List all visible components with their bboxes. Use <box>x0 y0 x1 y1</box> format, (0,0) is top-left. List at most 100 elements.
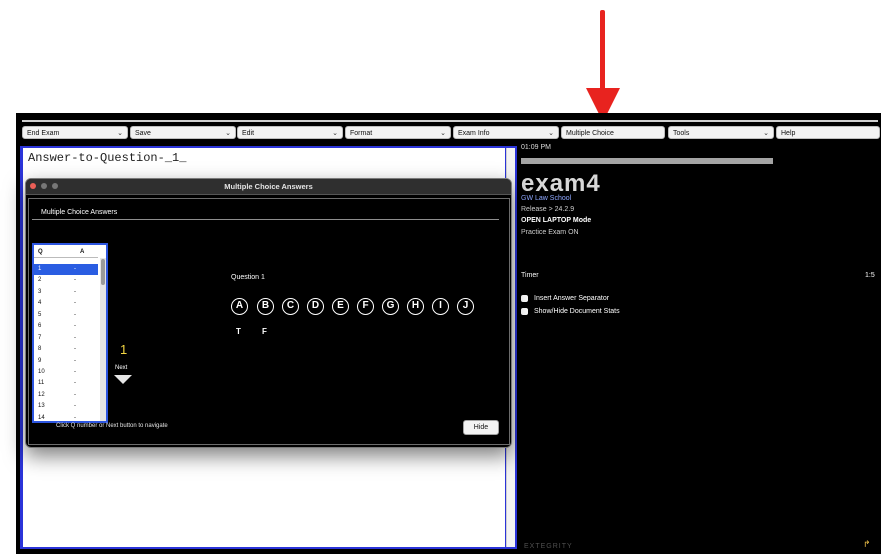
table-row[interactable]: 6- <box>34 321 98 332</box>
menu-label: Tools <box>673 130 690 137</box>
choice-d-button[interactable]: D <box>307 298 324 315</box>
row-q: 2 <box>38 277 42 284</box>
menu-bar: End Exam ⌄ Save ⌄ Edit ⌄ Format ⌄ Exam I… <box>22 126 881 140</box>
current-question-number: 1 <box>120 342 128 357</box>
true-option[interactable]: T <box>236 327 241 336</box>
choice-a-button[interactable]: A <box>231 298 248 315</box>
menu-label: End Exam <box>27 130 60 137</box>
dialog-inner-title: Multiple Choice Answers <box>41 209 118 216</box>
practice-status: Practice Exam ON <box>521 229 579 236</box>
clock-time: 01:09 PM <box>521 144 551 151</box>
table-row[interactable]: 4- <box>34 298 98 309</box>
table-row[interactable]: 5- <box>34 310 98 321</box>
checkbox[interactable] <box>521 308 528 315</box>
column-header-q: Q <box>38 249 43 255</box>
table-row[interactable]: 10 - <box>34 367 98 378</box>
row-a: - <box>74 266 76 272</box>
table-row[interactable]: 12 - <box>34 390 98 401</box>
dialog-title: Multiple Choice Answers <box>224 182 313 191</box>
next-arrow-icon[interactable] <box>114 375 132 384</box>
table-row[interactable]: 11 - <box>34 378 98 389</box>
chevron-down-icon: ⌄ <box>332 130 338 137</box>
menu-exam-info[interactable]: Exam Info ⌄ <box>453 126 559 139</box>
show-hide-document-stats-option[interactable]: Show/Hide Document Stats <box>521 308 620 315</box>
choice-h-button[interactable]: H <box>407 298 424 315</box>
choice-e-button[interactable]: E <box>332 298 349 315</box>
row-a: - <box>74 288 76 295</box>
row-a: - <box>74 300 76 307</box>
menu-edit[interactable]: Edit ⌄ <box>237 126 343 139</box>
table-row[interactable]: 3- <box>34 287 98 298</box>
timer-value: 1:5 <box>865 272 875 279</box>
table-row[interactable]: 1- <box>34 264 98 276</box>
table-row[interactable]: 13 - <box>34 401 98 412</box>
choice-i-button[interactable]: I <box>432 298 449 315</box>
question-label: Question 1 <box>231 274 265 281</box>
exam4-logo: exam4 <box>521 170 601 197</box>
table-scrollbar-thumb[interactable] <box>101 259 105 285</box>
menu-multiple-choice[interactable]: Multiple Choice <box>561 126 665 139</box>
table-row[interactable]: 8- <box>34 344 98 355</box>
menu-save[interactable]: Save ⌄ <box>130 126 236 139</box>
row-a: - <box>74 403 76 410</box>
chevron-down-icon: ⌄ <box>548 130 554 137</box>
dialog-titlebar: Multiple Choice Answers <box>26 179 511 195</box>
menu-label: Edit <box>242 130 255 137</box>
table-rows: 1- 2- 3- 4- 5- 6- 7- 8- 9- 10- 11- 12- 1… <box>34 264 98 421</box>
row-q: 14 <box>38 414 45 421</box>
chevron-down-icon: ⌄ <box>763 130 769 137</box>
menu-label: Save <box>135 130 151 137</box>
row-a: - <box>74 391 76 398</box>
menu-end-exam[interactable]: End Exam ⌄ <box>22 126 128 139</box>
table-row[interactable]: 2- <box>34 275 98 286</box>
table-row[interactable]: 14 - <box>34 413 98 421</box>
row-q: 4 <box>38 300 42 307</box>
row-q: 5 <box>38 311 42 318</box>
chevron-down-icon: ⌄ <box>225 130 231 137</box>
menu-label: Format <box>350 130 373 137</box>
option-label: Insert Answer Separator <box>534 295 610 302</box>
row-q: 3 <box>38 288 42 295</box>
top-divider <box>22 120 878 122</box>
menu-tools[interactable]: Tools ⌄ <box>668 126 774 139</box>
row-a: - <box>74 346 76 353</box>
row-q: 10 <box>38 368 45 375</box>
progress-bar <box>521 158 773 164</box>
row-a: - <box>74 368 76 375</box>
checkbox[interactable] <box>521 295 528 302</box>
row-a: - <box>74 414 76 421</box>
option-label: Show/Hide Document Stats <box>534 308 620 315</box>
choice-b-button[interactable]: B <box>257 298 274 315</box>
table-header: Q A <box>34 245 98 258</box>
row-a: - <box>74 334 76 341</box>
corner-arrow-icon: ↱ <box>863 539 871 549</box>
answer-title: Answer-to-Question-_1_ <box>28 151 187 165</box>
row-q: 6 <box>38 323 42 330</box>
choice-g-button[interactable]: G <box>382 298 399 315</box>
choice-f-button[interactable]: F <box>357 298 374 315</box>
table-row[interactable]: 9- <box>34 356 98 367</box>
row-a: - <box>74 380 76 387</box>
row-q: 1 <box>38 266 42 272</box>
menu-format[interactable]: Format ⌄ <box>345 126 451 139</box>
menu-label: Help <box>781 130 796 137</box>
timer-label: Timer <box>521 272 539 279</box>
next-label[interactable]: Next <box>115 365 127 371</box>
row-q: 12 <box>38 391 45 398</box>
choice-c-button[interactable]: C <box>282 298 299 315</box>
row-q: 8 <box>38 346 42 353</box>
row-a: - <box>74 277 76 284</box>
exam-mode: OPEN LAPTOP Mode <box>521 217 592 224</box>
table-row[interactable]: 7- <box>34 333 98 344</box>
multiple-choice-dialog: Multiple Choice Answers Multiple Choice … <box>25 178 512 448</box>
row-q: 7 <box>38 334 42 341</box>
row-q: 9 <box>38 357 42 364</box>
insert-answer-separator-option[interactable]: Insert Answer Separator <box>521 295 609 302</box>
row-q: 13 <box>38 403 45 410</box>
column-header-a: A <box>80 249 85 255</box>
menu-help[interactable]: Help <box>776 126 880 139</box>
false-option[interactable]: F <box>262 327 267 336</box>
choice-j-button[interactable]: J <box>457 298 474 315</box>
hide-button[interactable]: Hide <box>463 420 499 435</box>
right-panel: 01:09 PM exam4 GW Law School Release > 2… <box>520 143 881 554</box>
